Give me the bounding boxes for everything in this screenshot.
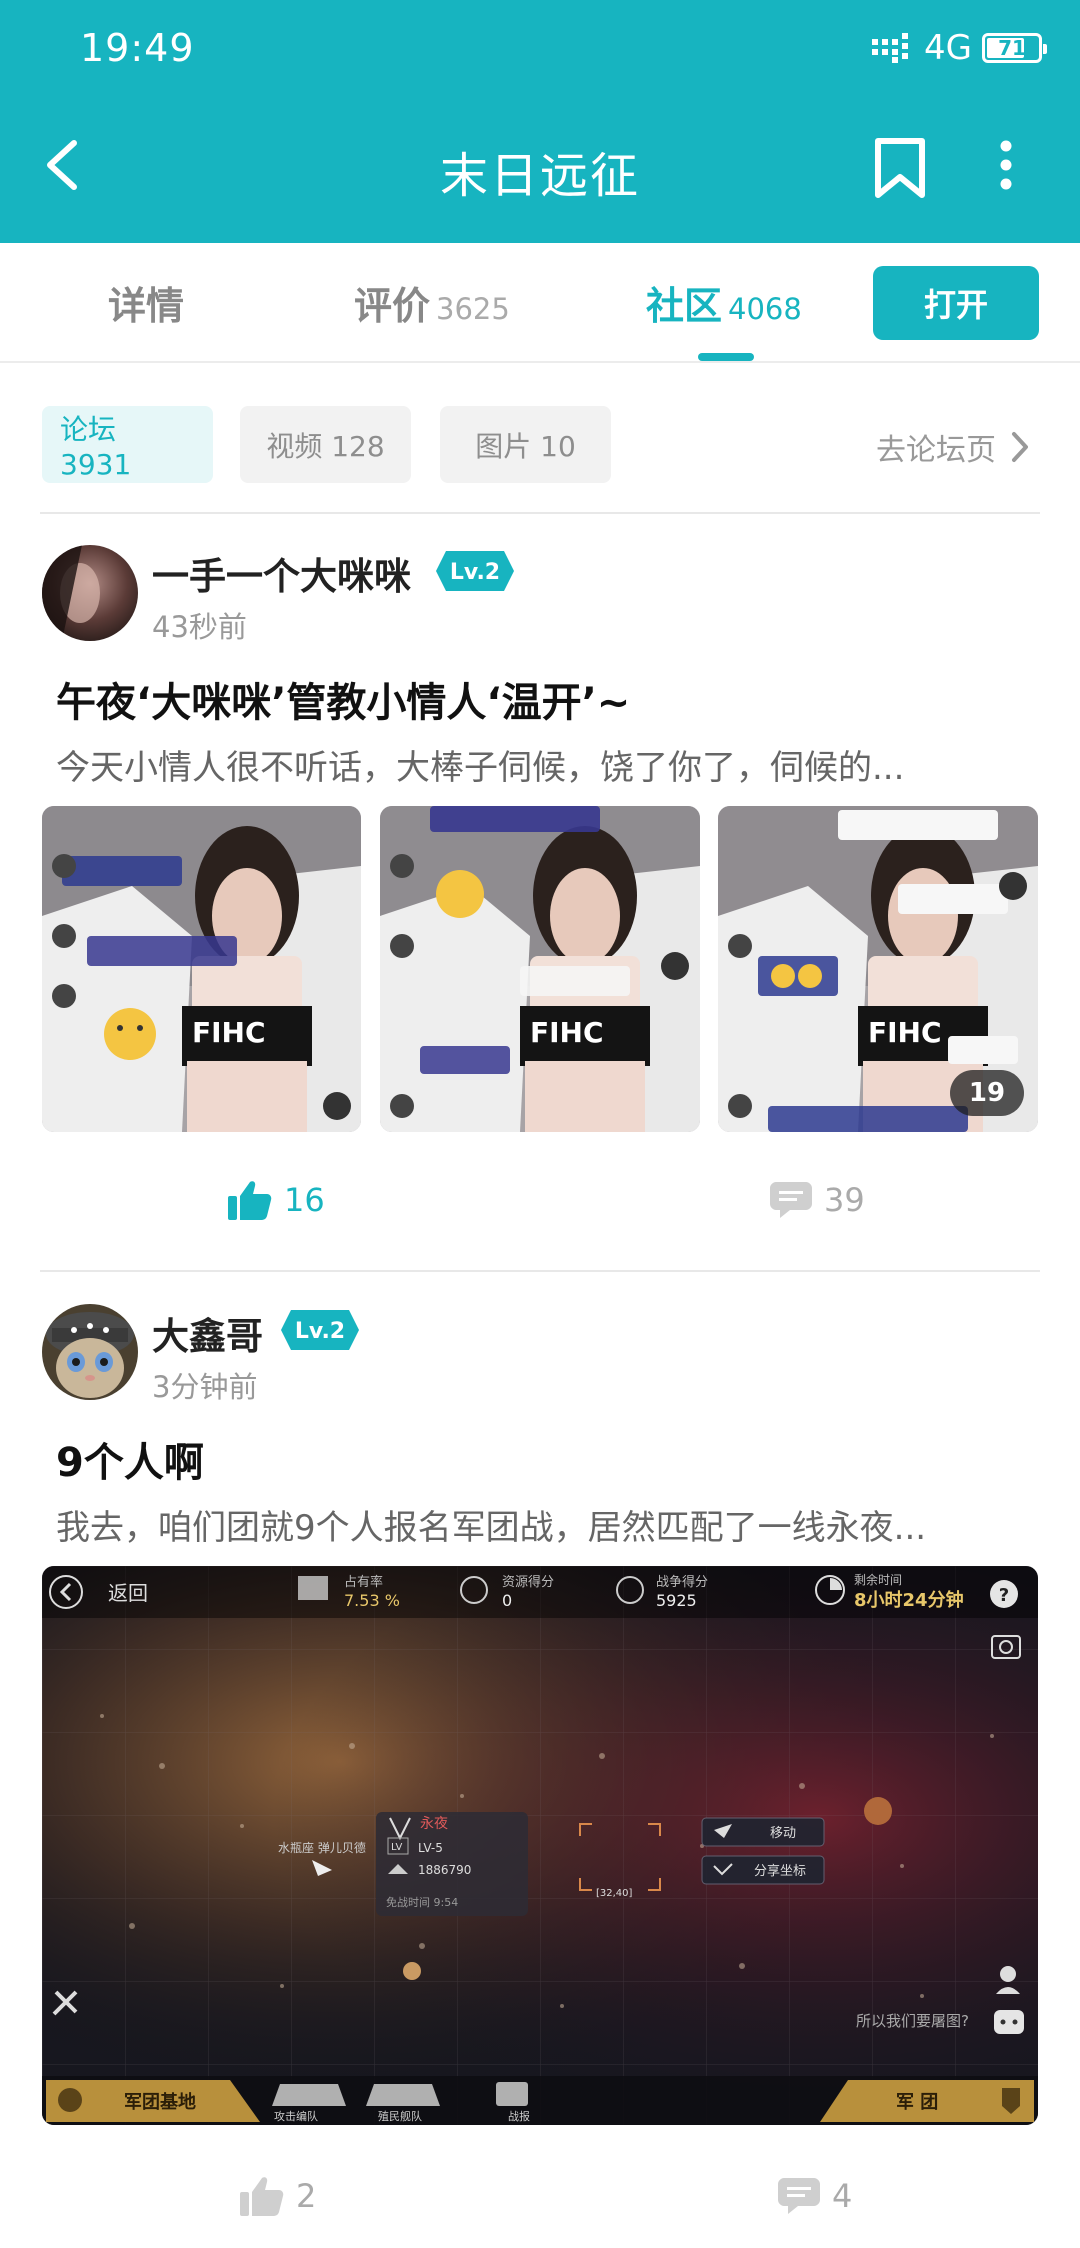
avatar[interactable] [42, 545, 138, 641]
like-button[interactable]: 2 [240, 2176, 316, 2216]
game-timer-label: 剩余时间 [854, 1572, 902, 1587]
comment-button[interactable]: 39 [770, 1180, 865, 1220]
filter-images[interactable]: 图片 10 [440, 406, 611, 483]
game-stat-label: 战争得分 [656, 1574, 708, 1590]
post-excerpt[interactable]: 我去，咱们团就9个人报名军团战，居然匹配了一线永夜... [56, 1500, 1006, 1549]
post-image[interactable]: 返回 占有率 7.53 % 资源得分 0 战争得分 5925 剩余时间 8小时2… [42, 1566, 1038, 2125]
tab-label: 社区 [646, 284, 723, 328]
svg-text:FIHC: FIHC [530, 1016, 604, 1049]
game-stat-value: 7.53 % [344, 1591, 400, 1610]
tab-label: 评价 [354, 284, 431, 328]
game-stat-value: 0 [502, 1591, 512, 1610]
game-stat-label: 资源得分 [502, 1574, 554, 1590]
game-move-button: 移动 [770, 1826, 796, 1841]
post-time: 3分钟前 [152, 1370, 258, 1404]
like-button[interactable]: 16 [228, 1180, 325, 1220]
tab-count: 4068 [728, 292, 802, 326]
goto-forum-label: 去论坛页 [876, 433, 996, 468]
network-type: 4G [924, 28, 972, 68]
game-share-button: 分享坐标 [754, 1863, 806, 1879]
game-menu-label: 攻击编队 [274, 2109, 318, 2123]
game-chat-hint: 所以我们要屠图? [856, 2012, 969, 2030]
chevron-right-icon [1012, 432, 1028, 462]
svg-text:?: ? [999, 1585, 1009, 1606]
post-title[interactable]: 9个人啊 [56, 1430, 204, 1488]
comment-count: 39 [824, 1181, 865, 1219]
battery-level: 71 [998, 36, 1026, 60]
svg-text:LV: LV [391, 1842, 402, 1853]
goto-forum-link[interactable]: 去论坛页 [876, 425, 1030, 469]
avatar[interactable] [42, 1304, 138, 1400]
game-target-protect: 免战时间 9:54 [386, 1895, 458, 1909]
game-legion-button: 军 团 [896, 2092, 938, 2113]
image-count-badge: 19 [950, 1070, 1024, 1116]
level-text: Lv.2 [295, 1319, 345, 1344]
level-badge: Lv.2 [436, 551, 514, 591]
tab-reviews[interactable]: 评价 3625 [354, 275, 510, 330]
post-image[interactable]: FIHC 19 [718, 806, 1038, 1132]
username[interactable]: 一手一个大咪咪 [152, 546, 411, 600]
signal-icon [872, 33, 909, 63]
game-back-label: 返回 [108, 1581, 148, 1605]
game-stat-label: 占有率 [344, 1574, 383, 1590]
game-base-button: 军团基地 [124, 2091, 196, 2113]
more-options-icon[interactable] [996, 140, 1016, 190]
comment-count: 4 [832, 2177, 853, 2215]
tab-community[interactable]: 社区 4068 [646, 275, 802, 330]
divider [40, 1270, 1040, 1272]
tab-bar: 详情 评价 3625 社区 4068 打开 [0, 243, 1080, 363]
level-badge: Lv.2 [281, 1310, 359, 1350]
filter-video[interactable]: 视频 128 [240, 406, 411, 483]
like-count: 2 [296, 2177, 317, 2215]
like-count: 16 [284, 1181, 325, 1219]
thumbs-up-icon [240, 2177, 284, 2216]
game-stat-value: 5925 [656, 1591, 697, 1610]
comment-button[interactable]: 4 [778, 2176, 852, 2216]
status-icons: 4G 71 [870, 28, 1047, 68]
filter-forum[interactable]: 论坛 3931 [42, 406, 213, 483]
status-time: 19:49 [80, 26, 195, 70]
post-time: 43秒前 [152, 610, 247, 644]
level-text: Lv.2 [450, 560, 500, 585]
game-target-name: 永夜 [420, 1816, 448, 1832]
comment-icon [770, 1182, 812, 1218]
filter-bar: 论坛 3931 视频 128 图片 10 去论坛页 [0, 363, 1080, 513]
tab-count: 3625 [436, 292, 510, 326]
open-app-button[interactable]: 打开 [873, 266, 1039, 340]
svg-text:FIHC: FIHC [868, 1016, 942, 1049]
post-excerpt[interactable]: 今天小情人很不听话，大棒子伺候，饶了你了，伺候的... [56, 740, 1006, 789]
post-title[interactable]: 午夜‘大咪咪’管教小情人‘温开’~ [56, 670, 630, 728]
game-target-level: LV-5 [418, 1841, 443, 1855]
thumbs-up-icon [228, 1181, 272, 1220]
post-image[interactable]: FIHC [42, 806, 361, 1132]
app-bar: 19:49 4G 71 末日远征 [0, 0, 1080, 243]
comment-icon [778, 2178, 820, 2214]
game-timer-value: 8小时24分钟 [854, 1589, 964, 1611]
username[interactable]: 大鑫哥 [152, 1306, 263, 1360]
game-menu-label: 殖民舰队 [378, 2109, 422, 2123]
battery-icon: 71 [982, 33, 1047, 63]
game-target-power: 1886790 [418, 1863, 471, 1877]
active-tab-indicator [698, 353, 754, 361]
game-player-label: 水瓶座 弹儿贝德 [278, 1840, 366, 1855]
game-menu-label: 战报 [508, 2109, 530, 2123]
tab-details[interactable]: 详情 [108, 275, 184, 330]
post-image[interactable]: FIHC [380, 806, 700, 1132]
bookmark-icon[interactable] [872, 137, 928, 199]
divider [40, 512, 1040, 514]
tab-label: 详情 [108, 284, 185, 328]
game-coords: [32,40] [596, 1888, 633, 1899]
svg-text:FIHC: FIHC [192, 1016, 266, 1049]
